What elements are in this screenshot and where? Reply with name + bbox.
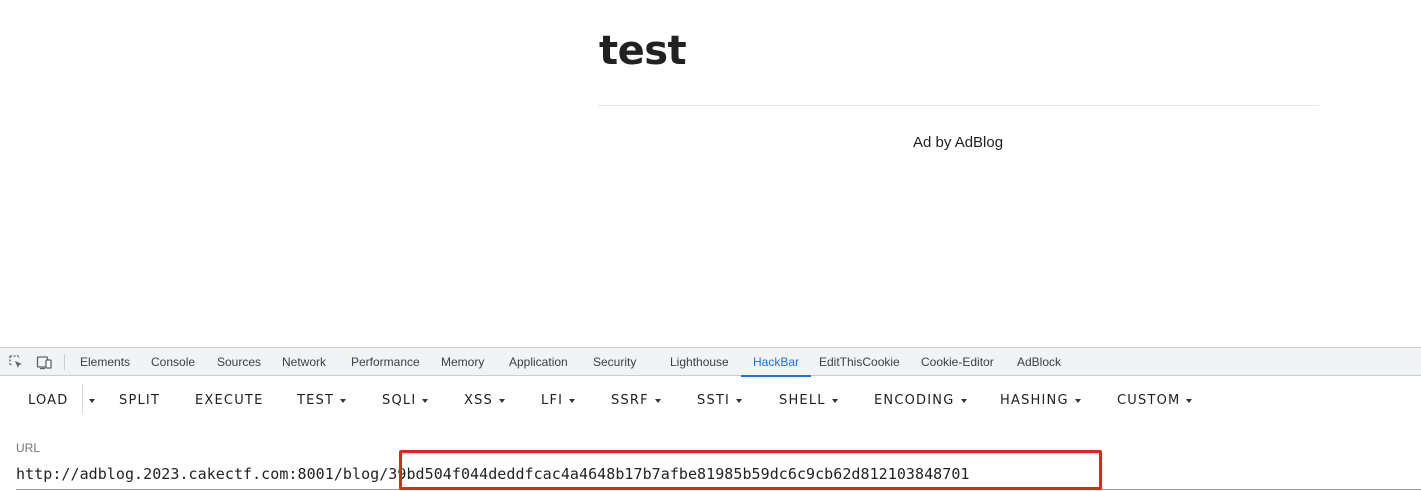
tab-application[interactable]: Application <box>509 348 568 376</box>
ssrf-menu[interactable]: SSRF <box>611 392 661 410</box>
caret-down-icon <box>654 398 661 403</box>
menu-label: ENCODING <box>874 393 955 408</box>
caret-down-icon <box>1186 398 1193 403</box>
split-button[interactable]: SPLIT <box>119 392 160 410</box>
tab-memory[interactable]: Memory <box>441 348 484 376</box>
devtools-panel: Elements Console Sources Network Perform… <box>0 347 1421 491</box>
menu-label: SQLI <box>382 393 417 408</box>
divider <box>598 105 1319 106</box>
caret-down-icon <box>499 398 506 403</box>
inspect-element-icon[interactable] <box>8 354 24 370</box>
menu-label: SSRF <box>611 393 649 408</box>
load-button[interactable]: LOAD <box>28 392 69 410</box>
caret-down-icon <box>340 398 347 403</box>
menu-label: XSS <box>464 393 494 408</box>
menu-label: TEST <box>297 393 335 408</box>
lfi-menu[interactable]: LFI <box>541 392 576 410</box>
menu-label: LFI <box>541 393 564 408</box>
tab-hackbar[interactable]: HackBar <box>740 348 812 377</box>
caret-down-icon <box>569 398 576 403</box>
caret-down-icon <box>736 398 743 403</box>
tab-editthiscookie[interactable]: EditThisCookie <box>819 348 900 376</box>
url-underline <box>16 489 1421 490</box>
ssti-menu[interactable]: SSTI <box>697 392 743 410</box>
device-toolbar-icon[interactable] <box>36 354 52 370</box>
ad-text: Ad by AdBlog <box>913 134 1004 151</box>
tab-elements[interactable]: Elements <box>80 348 130 376</box>
shell-menu[interactable]: SHELL <box>779 392 838 410</box>
encoding-menu[interactable]: ENCODING <box>874 392 967 410</box>
menu-label: SSTI <box>697 393 731 408</box>
tab-lighthouse[interactable]: Lighthouse <box>670 348 729 376</box>
load-separator <box>82 384 83 414</box>
test-menu[interactable]: TEST <box>297 392 347 410</box>
tab-performance[interactable]: Performance <box>351 348 420 376</box>
execute-button[interactable]: EXECUTE <box>195 392 263 410</box>
tab-console[interactable]: Console <box>151 348 195 376</box>
caret-down-icon <box>422 398 429 403</box>
sqli-menu[interactable]: SQLI <box>382 392 429 410</box>
load-dropdown-icon[interactable] <box>87 395 99 407</box>
post-title: test <box>599 28 687 74</box>
tab-sources[interactable]: Sources <box>217 348 261 376</box>
tab-network[interactable]: Network <box>282 348 326 376</box>
web-page: test Ad by AdBlog <box>0 0 1421 347</box>
xss-menu[interactable]: XSS <box>464 392 506 410</box>
url-label: URL <box>16 441 41 455</box>
tab-cookie-editor[interactable]: Cookie-Editor <box>921 348 994 376</box>
caret-down-icon <box>960 398 967 403</box>
custom-menu[interactable]: CUSTOM <box>1117 392 1193 410</box>
devtools-tabbar: Elements Console Sources Network Perform… <box>0 348 1421 377</box>
caret-down-icon <box>831 398 838 403</box>
menu-label: CUSTOM <box>1117 393 1181 408</box>
tabbar-separator <box>64 354 65 370</box>
url-input[interactable] <box>16 461 1421 487</box>
hashing-menu[interactable]: HASHING <box>1000 392 1081 410</box>
caret-down-icon <box>1074 398 1081 403</box>
tab-security[interactable]: Security <box>593 348 636 376</box>
tab-adblock[interactable]: AdBlock <box>1017 348 1061 376</box>
menu-label: SHELL <box>779 393 826 408</box>
menu-label: HASHING <box>1000 393 1069 408</box>
